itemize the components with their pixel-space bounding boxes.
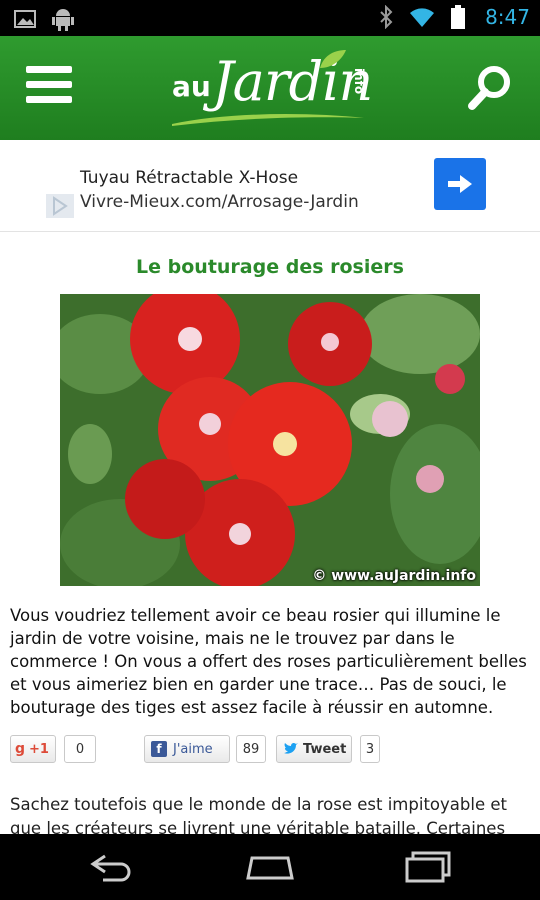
article-body: Sachez toutefois que le monde de la rose… (10, 795, 507, 835)
facebook-like-button[interactable]: f J'aime (144, 735, 230, 763)
article-image[interactable]: © www.auJardin.info (60, 294, 480, 586)
google-plus-button[interactable]: g +1 (10, 735, 56, 763)
logo-prefix: au (172, 70, 211, 103)
tweet-label: Tweet (303, 741, 347, 757)
app-header: au Jardin info (0, 36, 540, 140)
home-icon[interactable] (240, 846, 300, 888)
recent-apps-icon[interactable] (398, 846, 458, 888)
search-icon[interactable] (466, 64, 514, 112)
ad-url[interactable]: Vivre-Mieux.com/Arrosage-Jardin (80, 192, 359, 212)
wifi-icon (409, 4, 435, 30)
facebook-like-label: J'aime (173, 741, 213, 757)
google-plus-label: +1 (29, 741, 49, 757)
battery-icon (445, 4, 471, 30)
article-title: Le bouturage des rosiers (136, 256, 404, 278)
tweet-count: 3 (360, 735, 380, 763)
leaf-icon (320, 50, 346, 68)
navigation-bar (0, 834, 540, 900)
logo-main: Jardin (212, 50, 373, 113)
facebook-icon: f (151, 741, 167, 757)
image-credit: © www.auJardin.info (312, 568, 476, 584)
arrow-right-icon (448, 175, 472, 193)
google-plus-count: 0 (64, 735, 96, 763)
ad-arrow-button[interactable] (434, 158, 486, 210)
logo-suffix: info (352, 67, 367, 95)
swoosh-icon (172, 114, 364, 126)
ad-choices-icon[interactable] (46, 194, 74, 218)
logo[interactable]: au Jardin info (168, 48, 378, 128)
bluetooth-icon (373, 4, 399, 30)
ad-content[interactable]: Tuyau Rétractable X-Hose Vivre-Mieux.com… (44, 148, 496, 218)
ad-title[interactable]: Tuyau Rétractable X-Hose (80, 168, 298, 188)
clock: 8:47 (485, 5, 530, 29)
android-icon (50, 6, 76, 32)
back-icon[interactable] (82, 846, 142, 888)
image-icon (12, 6, 38, 32)
article-intro: Vous voudriez tellement avoir ce beau ro… (10, 606, 527, 717)
google-plus-icon: g (15, 741, 26, 757)
tweet-button[interactable]: Tweet (276, 735, 352, 763)
twitter-icon (284, 742, 298, 754)
status-bar: 8:47 (0, 0, 540, 36)
facebook-like-count: 89 (236, 735, 266, 763)
menu-icon[interactable] (26, 66, 72, 106)
